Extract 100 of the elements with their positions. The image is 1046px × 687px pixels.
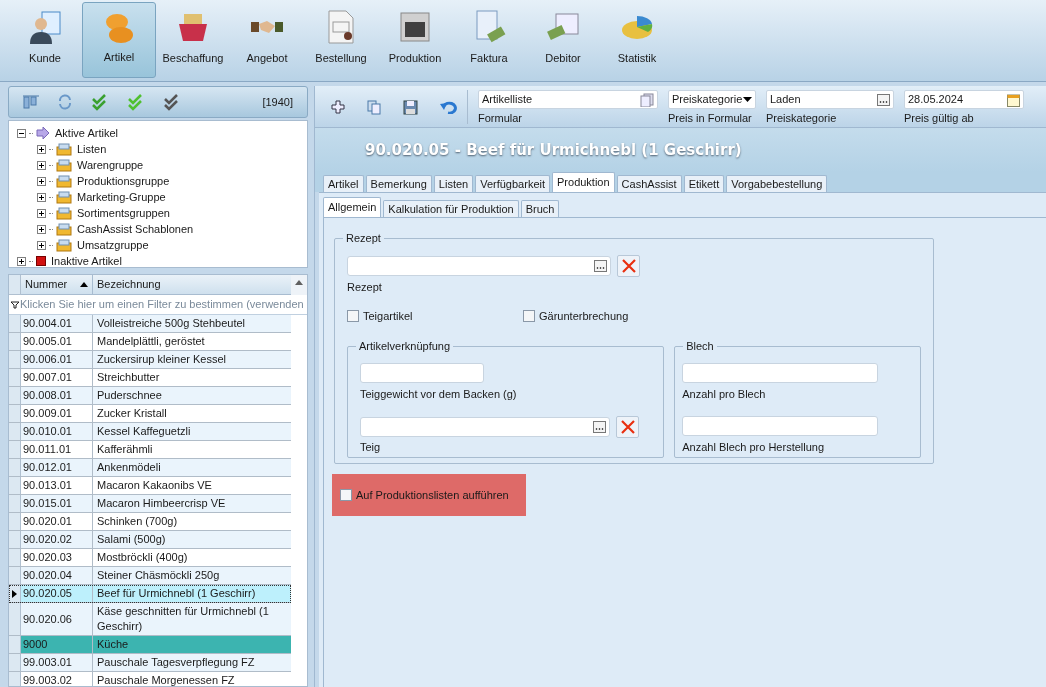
filter-icon[interactable]: [10, 300, 20, 309]
tab[interactable]: Bruch: [520, 200, 560, 217]
tree-item[interactable]: Marketing-Gruppe: [77, 188, 166, 206]
copy-icon[interactable]: [367, 99, 381, 115]
double-check-icon[interactable]: [91, 93, 109, 111]
grid-row[interactable]: 90.004.01 Volleistreiche 500g Stehbeutel: [9, 315, 291, 333]
expand-toggle[interactable]: [37, 192, 46, 202]
production-list-option[interactable]: Auf Produktionslisten aufführen: [332, 474, 526, 516]
dropdown-arrow-icon[interactable]: [743, 97, 752, 102]
tab[interactable]: Bemerkung: [365, 175, 432, 192]
expand-toggle[interactable]: [17, 256, 26, 266]
grid-row[interactable]: 90.020.01 Schinken (700g): [9, 513, 291, 531]
ribbon-button[interactable]: Angebot: [230, 2, 304, 78]
count-field[interactable]: [682, 363, 879, 383]
tab[interactable]: Allgemein: [323, 197, 382, 217]
grid-row[interactable]: 90.020.06 Käse geschnitten für Urmichnebl (1 Geschirr): [9, 603, 291, 636]
ribbon-button[interactable]: Kunde: [8, 2, 82, 78]
ellipsis-icon[interactable]: [593, 420, 606, 433]
tree-item[interactable]: CashAssist Schablonen: [77, 220, 194, 238]
expand-toggle[interactable]: [37, 160, 46, 170]
grid-row[interactable]: 90.010.01 Kessel Kaffeguetzli: [9, 423, 291, 441]
checkbox-label[interactable]: Teigartikel: [363, 307, 413, 324]
ribbon-button[interactable]: Beschaffung: [156, 2, 230, 78]
expand-toggle[interactable]: [37, 144, 46, 154]
tab[interactable]: Produktion: [552, 172, 615, 192]
table-cell: 90.008.01: [21, 387, 93, 404]
plus-icon[interactable]: [331, 100, 345, 114]
collapse-toggle[interactable]: [17, 128, 26, 138]
tab[interactable]: Listen: [433, 175, 474, 192]
ribbon-button[interactable]: Artikel: [82, 2, 156, 78]
ribbon-button[interactable]: Faktura: [452, 2, 526, 78]
toolbar-field[interactable]: Preiskategorie: [668, 90, 756, 109]
documents-icon[interactable]: [640, 92, 654, 107]
grid-row[interactable]: 90.011.01 Kafferähmli: [9, 441, 291, 459]
expand-toggle[interactable]: [37, 240, 46, 250]
tab[interactable]: Artikel: [323, 175, 364, 192]
table-cell-text: Pauschale Tagesverpflegung FZ: [96, 655, 256, 670]
grid-row[interactable]: 9000 Küche: [9, 636, 291, 654]
scroll-up-icon[interactable]: [295, 280, 303, 285]
grid-row[interactable]: 90.009.01 Zucker Kristall: [9, 405, 291, 423]
ribbon-button[interactable]: Bestellung: [304, 2, 378, 78]
tree-item[interactable]: Umsatzgruppe: [77, 236, 149, 254]
grid-row[interactable]: 99.003.01 Pauschale Tagesverpflegung FZ: [9, 654, 291, 672]
checkbox[interactable]: [347, 309, 359, 322]
tab[interactable]: Vorgabebestellung: [726, 175, 828, 192]
ellipsis-icon[interactable]: [877, 93, 890, 106]
tab[interactable]: Kalkulation für Produktion: [383, 200, 519, 217]
toolbar-field[interactable]: Laden: [766, 90, 894, 109]
ellipsis-icon[interactable]: [594, 260, 607, 272]
tree-item[interactable]: Warengruppe: [77, 156, 144, 174]
grid-row[interactable]: 90.020.05 Beef für Urmichnebl (1 Geschirr): [9, 585, 291, 603]
recipe-field[interactable]: [347, 256, 611, 276]
ribbon-button[interactable]: Debitor: [526, 2, 600, 78]
clear-button[interactable]: [616, 415, 639, 438]
calendar-icon[interactable]: [1007, 92, 1020, 107]
save-icon[interactable]: [403, 99, 418, 115]
double-check-icon[interactable]: [127, 93, 145, 111]
table-cell: 9000: [21, 636, 93, 653]
ribbon-button[interactable]: Produktion: [378, 2, 452, 78]
grid-row[interactable]: 90.005.01 Mandelplättli, geröstet: [9, 333, 291, 351]
count-field[interactable]: [682, 415, 879, 436]
person-card-icon: [28, 10, 62, 44]
column-header[interactable]: Nummer: [21, 275, 93, 295]
undo-icon[interactable]: [440, 100, 457, 114]
tree-item[interactable]: Produktionsgruppe: [77, 172, 170, 190]
row-selector[interactable]: [9, 585, 21, 602]
grid-row[interactable]: 90.020.03 Mostbröckli (400g): [9, 549, 291, 567]
checkbox-label[interactable]: Gärunterbrechung: [539, 307, 629, 324]
tree-item[interactable]: Aktive Artikel: [55, 124, 118, 142]
expand-toggle[interactable]: [37, 224, 46, 234]
grid-row[interactable]: 90.008.01 Puderschnee: [9, 387, 291, 405]
weight-field[interactable]: [360, 363, 484, 383]
table-cell: 99.003.02: [21, 672, 93, 686]
checkbox[interactable]: [523, 309, 535, 322]
grid-row[interactable]: 90.020.02 Salami (500g): [9, 531, 291, 549]
column-header[interactable]: Bezeichnung: [93, 275, 291, 295]
clear-button[interactable]: [617, 255, 640, 277]
double-check-icon[interactable]: [163, 93, 181, 111]
grid-row[interactable]: 90.015.01 Macaron Himbeercrisp VE: [9, 495, 291, 513]
toolbar-field[interactable]: 28.05.2024: [904, 90, 1024, 109]
grid-row[interactable]: 90.007.01 Streichbutter: [9, 369, 291, 387]
toolbar-field[interactable]: Artikelliste: [478, 90, 658, 109]
expand-toggle[interactable]: [37, 176, 46, 186]
grid-row[interactable]: 90.012.01 Ankenmödeli: [9, 459, 291, 477]
filter-row[interactable]: Klicken Sie hier um einen Filter zu bestimmen (verwenden: [20, 296, 304, 313]
dough-field[interactable]: [360, 416, 610, 437]
grid-row[interactable]: 90.013.01 Macaron Kakaonibs VE: [9, 477, 291, 495]
tab[interactable]: CashAssist: [616, 175, 682, 192]
refresh-icon[interactable]: [57, 94, 73, 110]
tree-item[interactable]: Sortimentsgruppen: [77, 204, 170, 222]
expand-toggle[interactable]: [37, 208, 46, 218]
tab[interactable]: Etikett: [683, 175, 725, 192]
grid-row[interactable]: 90.020.04 Steiner Chäsmöckli 250g: [9, 567, 291, 585]
tab[interactable]: Verfügbarkeit: [475, 175, 550, 192]
checkbox[interactable]: [340, 489, 352, 501]
grid-row[interactable]: 90.006.01 Zuckersirup kleiner Kessel: [9, 351, 291, 369]
tree-item[interactable]: Inaktive Artikel: [51, 252, 122, 267]
ribbon-button[interactable]: Statistik: [600, 2, 674, 78]
tree-item[interactable]: Listen: [77, 140, 107, 158]
columns-icon[interactable]: [23, 95, 39, 109]
